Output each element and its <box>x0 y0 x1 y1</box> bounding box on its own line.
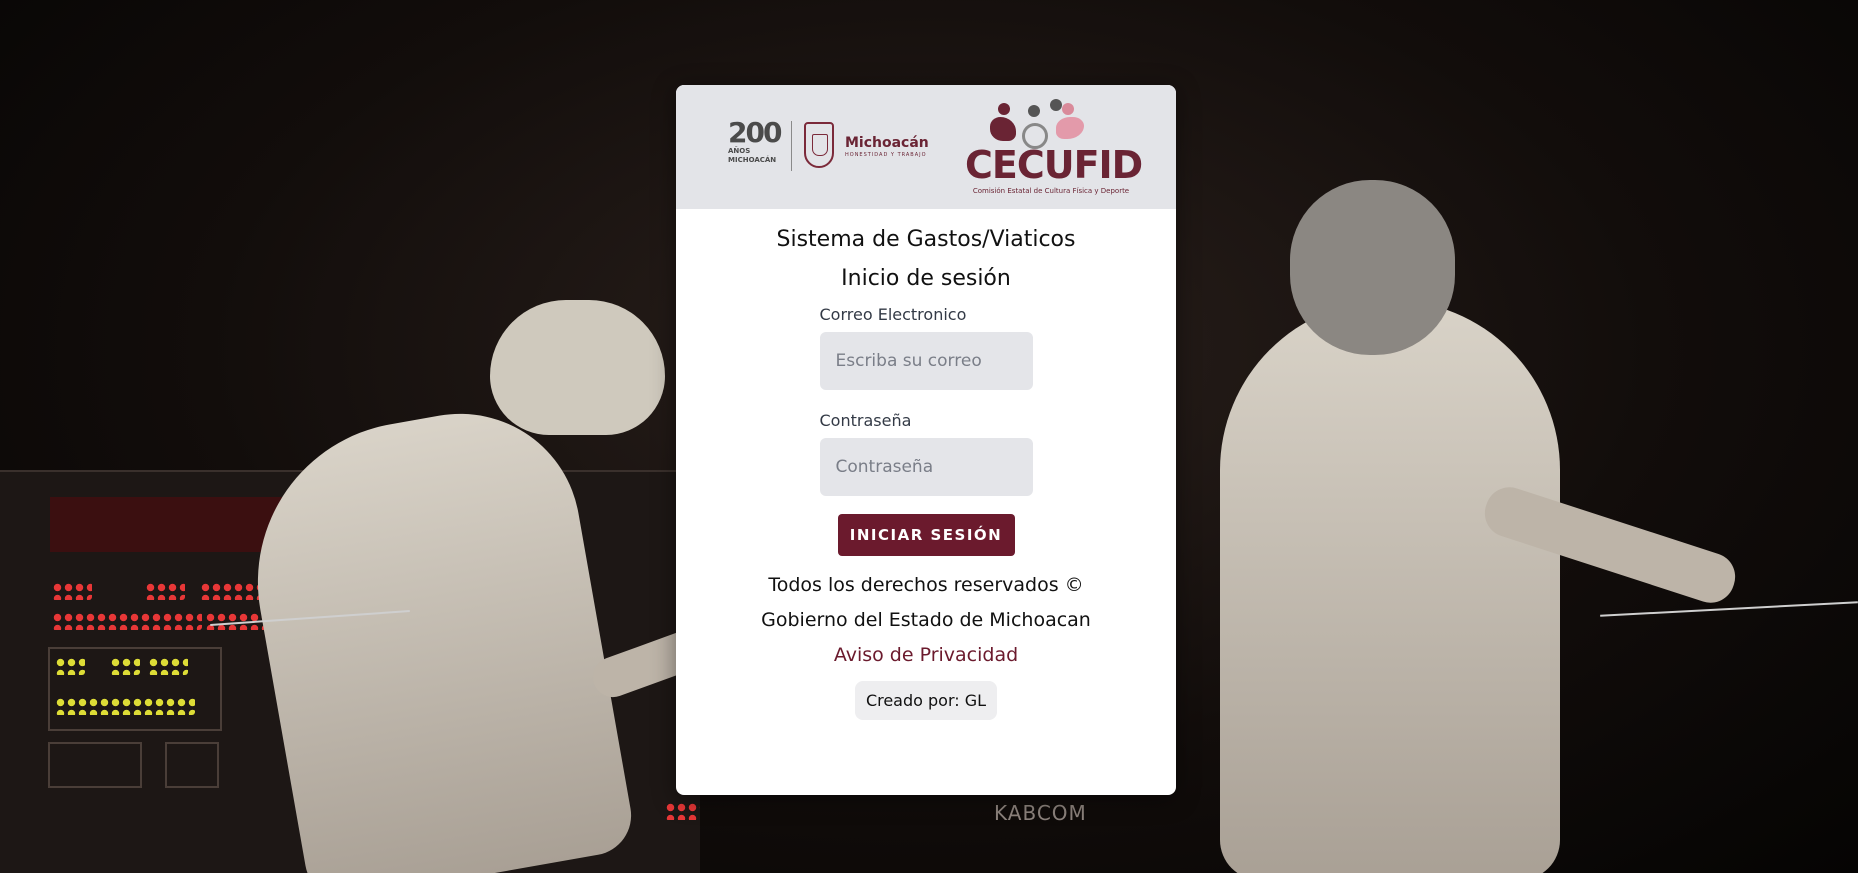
password-field[interactable] <box>819 438 1033 496</box>
email-group: Correo Electronico <box>819 305 1033 390</box>
michoacan-logo: Michoacán HONESTIDAD Y TRABAJO <box>845 135 929 158</box>
password-label: Contraseña <box>819 411 912 430</box>
left-fencer-mask <box>490 300 665 435</box>
michoacan-crest-icon <box>804 122 834 168</box>
system-title: Sistema de Gastos/Viaticos <box>776 227 1076 252</box>
login-form: Correo Electronico Contraseña <box>819 305 1033 496</box>
cecufid-logo: CECUFID Comisión Estatal de Cultura Físi… <box>965 143 1143 195</box>
right-fencer-mask <box>1290 180 1455 355</box>
logo-divider <box>791 121 792 171</box>
login-button[interactable]: INICIAR SESIÓN <box>837 514 1015 556</box>
login-card: 200 AÑOS MICHOACÁN Michoacán HONESTIDAD … <box>676 85 1176 795</box>
creator-badge: Creado por: GL <box>854 681 998 720</box>
government-text: Gobierno del Estado de Michoacan <box>761 609 1091 631</box>
privacy-link[interactable]: Aviso de Privacidad <box>676 638 1176 673</box>
email-field[interactable] <box>819 332 1033 390</box>
login-title: Inicio de sesión <box>841 266 1011 291</box>
bicentennial-logo: 200 AÑOS MICHOACÁN <box>728 116 782 165</box>
password-group: Contraseña <box>819 411 1033 496</box>
logo-header: 200 AÑOS MICHOACÁN Michoacán HONESTIDAD … <box>676 85 1176 209</box>
right-fencer <box>1220 300 1560 873</box>
login-body: Sistema de Gastos/Viaticos Inicio de ses… <box>676 227 1176 720</box>
rights-text: Todos los derechos reservados © <box>768 574 1084 596</box>
left-fencer <box>232 394 638 873</box>
scoreboard-brand: KABCOM <box>994 801 1087 825</box>
email-label: Correo Electronico <box>819 305 967 324</box>
